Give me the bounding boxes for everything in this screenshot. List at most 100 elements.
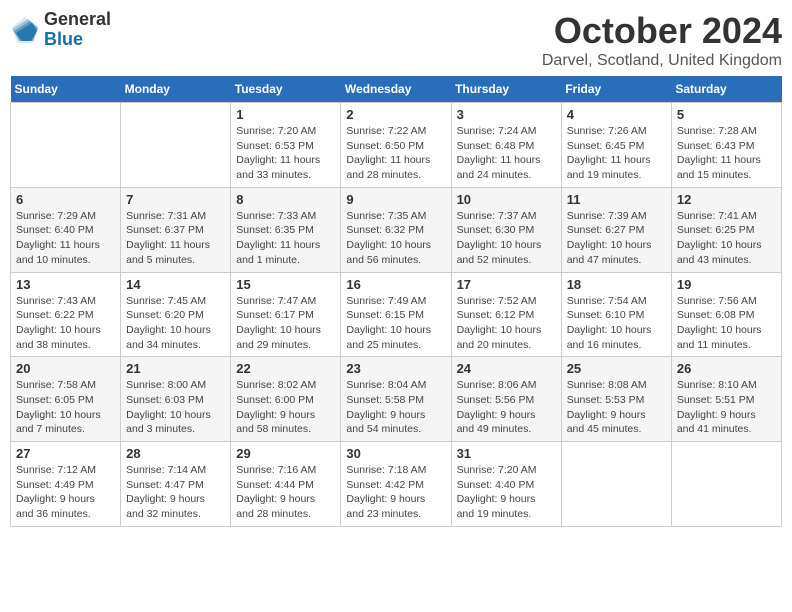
logo-icon [10, 15, 40, 45]
day-info: Sunrise: 8:00 AM Sunset: 6:03 PM Dayligh… [126, 378, 225, 437]
day-info: Sunrise: 8:08 AM Sunset: 5:53 PM Dayligh… [567, 378, 666, 437]
week-row-3: 20Sunrise: 7:58 AM Sunset: 6:05 PM Dayli… [11, 357, 782, 442]
day-info: Sunrise: 7:20 AM Sunset: 4:40 PM Dayligh… [457, 463, 556, 522]
day-number: 20 [16, 361, 115, 376]
day-number: 28 [126, 446, 225, 461]
day-info: Sunrise: 7:29 AM Sunset: 6:40 PM Dayligh… [16, 209, 115, 268]
header-cell-tuesday: Tuesday [231, 76, 341, 103]
day-info: Sunrise: 7:31 AM Sunset: 6:37 PM Dayligh… [126, 209, 225, 268]
day-info: Sunrise: 7:33 AM Sunset: 6:35 PM Dayligh… [236, 209, 335, 268]
day-info: Sunrise: 7:26 AM Sunset: 6:45 PM Dayligh… [567, 124, 666, 183]
calendar-cell: 25 Sunrise: 8:08 AM Sunset: 5:53 PM Dayli… [561, 357, 671, 442]
logo-text: General Blue [44, 10, 111, 50]
calendar-cell: 7 Sunrise: 7:31 AM Sunset: 6:37 PM Daylig… [121, 187, 231, 272]
calendar-cell: 22Sunrise: 8:02 AM Sunset: 6:00 PM Dayli… [231, 357, 341, 442]
subtitle: Darvel, Scotland, United Kingdom [542, 52, 782, 70]
calendar-cell: 28 Sunrise: 7:14 AM Sunset: 4:47 PM Dayli… [121, 442, 231, 527]
day-number: 1 [236, 107, 335, 122]
calendar-header: SundayMondayTuesdayWednesdayThursdayFrid… [11, 76, 782, 103]
week-row-4: 27 Sunrise: 7:12 AM Sunset: 4:49 PM Dayli… [11, 442, 782, 527]
calendar-cell: 31 Sunrise: 7:20 AM Sunset: 4:40 PM Dayli… [451, 442, 561, 527]
title-section: October 2024 Darvel, Scotland, United Ki… [542, 10, 782, 70]
day-info: Sunrise: 7:28 AM Sunset: 6:43 PM Dayligh… [677, 124, 776, 183]
day-info: Sunrise: 7:24 AM Sunset: 6:48 PM Dayligh… [457, 124, 556, 183]
header-cell-wednesday: Wednesday [341, 76, 451, 103]
day-number: 5 [677, 107, 776, 122]
calendar-cell: 13 Sunrise: 7:43 AM Sunset: 6:22 PM Dayli… [11, 272, 121, 357]
day-number: 24 [457, 361, 556, 376]
day-info: Sunrise: 7:52 AM Sunset: 6:12 PM Dayligh… [457, 294, 556, 353]
day-info: Sunrise: 7:18 AM Sunset: 4:42 PM Dayligh… [346, 463, 445, 522]
day-number: 25 [567, 361, 666, 376]
day-number: 4 [567, 107, 666, 122]
calendar-cell [671, 442, 781, 527]
calendar-cell: 14Sunrise: 7:45 AM Sunset: 6:20 PM Dayli… [121, 272, 231, 357]
calendar-cell: 18 Sunrise: 7:54 AM Sunset: 6:10 PM Dayli… [561, 272, 671, 357]
day-number: 2 [346, 107, 445, 122]
page-header: General Blue October 2024 Darvel, Scotla… [10, 10, 782, 70]
day-number: 22 [236, 361, 335, 376]
day-number: 19 [677, 277, 776, 292]
day-info: Sunrise: 7:45 AM Sunset: 6:20 PM Dayligh… [126, 294, 225, 353]
day-info: Sunrise: 7:54 AM Sunset: 6:10 PM Dayligh… [567, 294, 666, 353]
calendar-cell: 2 Sunrise: 7:22 AM Sunset: 6:50 PM Daylig… [341, 103, 451, 188]
day-number: 13 [16, 277, 115, 292]
calendar-cell: 9 Sunrise: 7:35 AM Sunset: 6:32 PM Daylig… [341, 187, 451, 272]
calendar-cell: 3Sunrise: 7:24 AM Sunset: 6:48 PM Daylig… [451, 103, 561, 188]
day-number: 15 [236, 277, 335, 292]
calendar-cell: 8 Sunrise: 7:33 AM Sunset: 6:35 PM Daylig… [231, 187, 341, 272]
calendar-cell [121, 103, 231, 188]
day-info: Sunrise: 7:14 AM Sunset: 4:47 PM Dayligh… [126, 463, 225, 522]
calendar-cell: 15 Sunrise: 7:47 AM Sunset: 6:17 PM Dayli… [231, 272, 341, 357]
day-info: Sunrise: 7:16 AM Sunset: 4:44 PM Dayligh… [236, 463, 335, 522]
day-number: 17 [457, 277, 556, 292]
day-number: 26 [677, 361, 776, 376]
header-row: SundayMondayTuesdayWednesdayThursdayFrid… [11, 76, 782, 103]
header-cell-monday: Monday [121, 76, 231, 103]
calendar-cell: 24 Sunrise: 8:06 AM Sunset: 5:56 PM Dayli… [451, 357, 561, 442]
day-number: 8 [236, 192, 335, 207]
day-number: 31 [457, 446, 556, 461]
day-info: Sunrise: 7:47 AM Sunset: 6:17 PM Dayligh… [236, 294, 335, 353]
day-number: 9 [346, 192, 445, 207]
day-info: Sunrise: 7:22 AM Sunset: 6:50 PM Dayligh… [346, 124, 445, 183]
day-info: Sunrise: 7:20 AM Sunset: 6:53 PM Dayligh… [236, 124, 335, 183]
day-info: Sunrise: 7:49 AM Sunset: 6:15 PM Dayligh… [346, 294, 445, 353]
day-info: Sunrise: 7:35 AM Sunset: 6:32 PM Dayligh… [346, 209, 445, 268]
calendar-cell: 26 Sunrise: 8:10 AM Sunset: 5:51 PM Dayli… [671, 357, 781, 442]
day-info: Sunrise: 7:43 AM Sunset: 6:22 PM Dayligh… [16, 294, 115, 353]
calendar-cell: 19 Sunrise: 7:56 AM Sunset: 6:08 PM Dayli… [671, 272, 781, 357]
main-title: October 2024 [542, 10, 782, 52]
calendar-table: SundayMondayTuesdayWednesdayThursdayFrid… [10, 76, 782, 527]
calendar-cell: 17 Sunrise: 7:52 AM Sunset: 6:12 PM Dayli… [451, 272, 561, 357]
calendar-cell: 16 Sunrise: 7:49 AM Sunset: 6:15 PM Dayli… [341, 272, 451, 357]
calendar-cell: 12 Sunrise: 7:41 AM Sunset: 6:25 PM Dayli… [671, 187, 781, 272]
day-number: 10 [457, 192, 556, 207]
calendar-cell: 1 Sunrise: 7:20 AM Sunset: 6:53 PM Daylig… [231, 103, 341, 188]
day-number: 16 [346, 277, 445, 292]
calendar-cell: 11 Sunrise: 7:39 AM Sunset: 6:27 PM Dayli… [561, 187, 671, 272]
week-row-2: 13 Sunrise: 7:43 AM Sunset: 6:22 PM Dayli… [11, 272, 782, 357]
day-number: 7 [126, 192, 225, 207]
day-info: Sunrise: 7:39 AM Sunset: 6:27 PM Dayligh… [567, 209, 666, 268]
day-info: Sunrise: 8:06 AM Sunset: 5:56 PM Dayligh… [457, 378, 556, 437]
week-row-1: 6Sunrise: 7:29 AM Sunset: 6:40 PM Daylig… [11, 187, 782, 272]
day-info: Sunrise: 7:12 AM Sunset: 4:49 PM Dayligh… [16, 463, 115, 522]
day-number: 21 [126, 361, 225, 376]
day-number: 11 [567, 192, 666, 207]
logo: General Blue [10, 10, 111, 50]
calendar-cell: 23Sunrise: 8:04 AM Sunset: 5:58 PM Dayli… [341, 357, 451, 442]
day-number: 27 [16, 446, 115, 461]
day-info: Sunrise: 7:41 AM Sunset: 6:25 PM Dayligh… [677, 209, 776, 268]
week-row-0: 1 Sunrise: 7:20 AM Sunset: 6:53 PM Daylig… [11, 103, 782, 188]
day-info: Sunrise: 8:10 AM Sunset: 5:51 PM Dayligh… [677, 378, 776, 437]
calendar-cell: 27 Sunrise: 7:12 AM Sunset: 4:49 PM Dayli… [11, 442, 121, 527]
day-number: 30 [346, 446, 445, 461]
logo-general: General [44, 10, 111, 30]
day-number: 12 [677, 192, 776, 207]
day-number: 18 [567, 277, 666, 292]
calendar-cell: 5 Sunrise: 7:28 AM Sunset: 6:43 PM Daylig… [671, 103, 781, 188]
header-cell-sunday: Sunday [11, 76, 121, 103]
day-number: 29 [236, 446, 335, 461]
day-info: Sunrise: 7:56 AM Sunset: 6:08 PM Dayligh… [677, 294, 776, 353]
